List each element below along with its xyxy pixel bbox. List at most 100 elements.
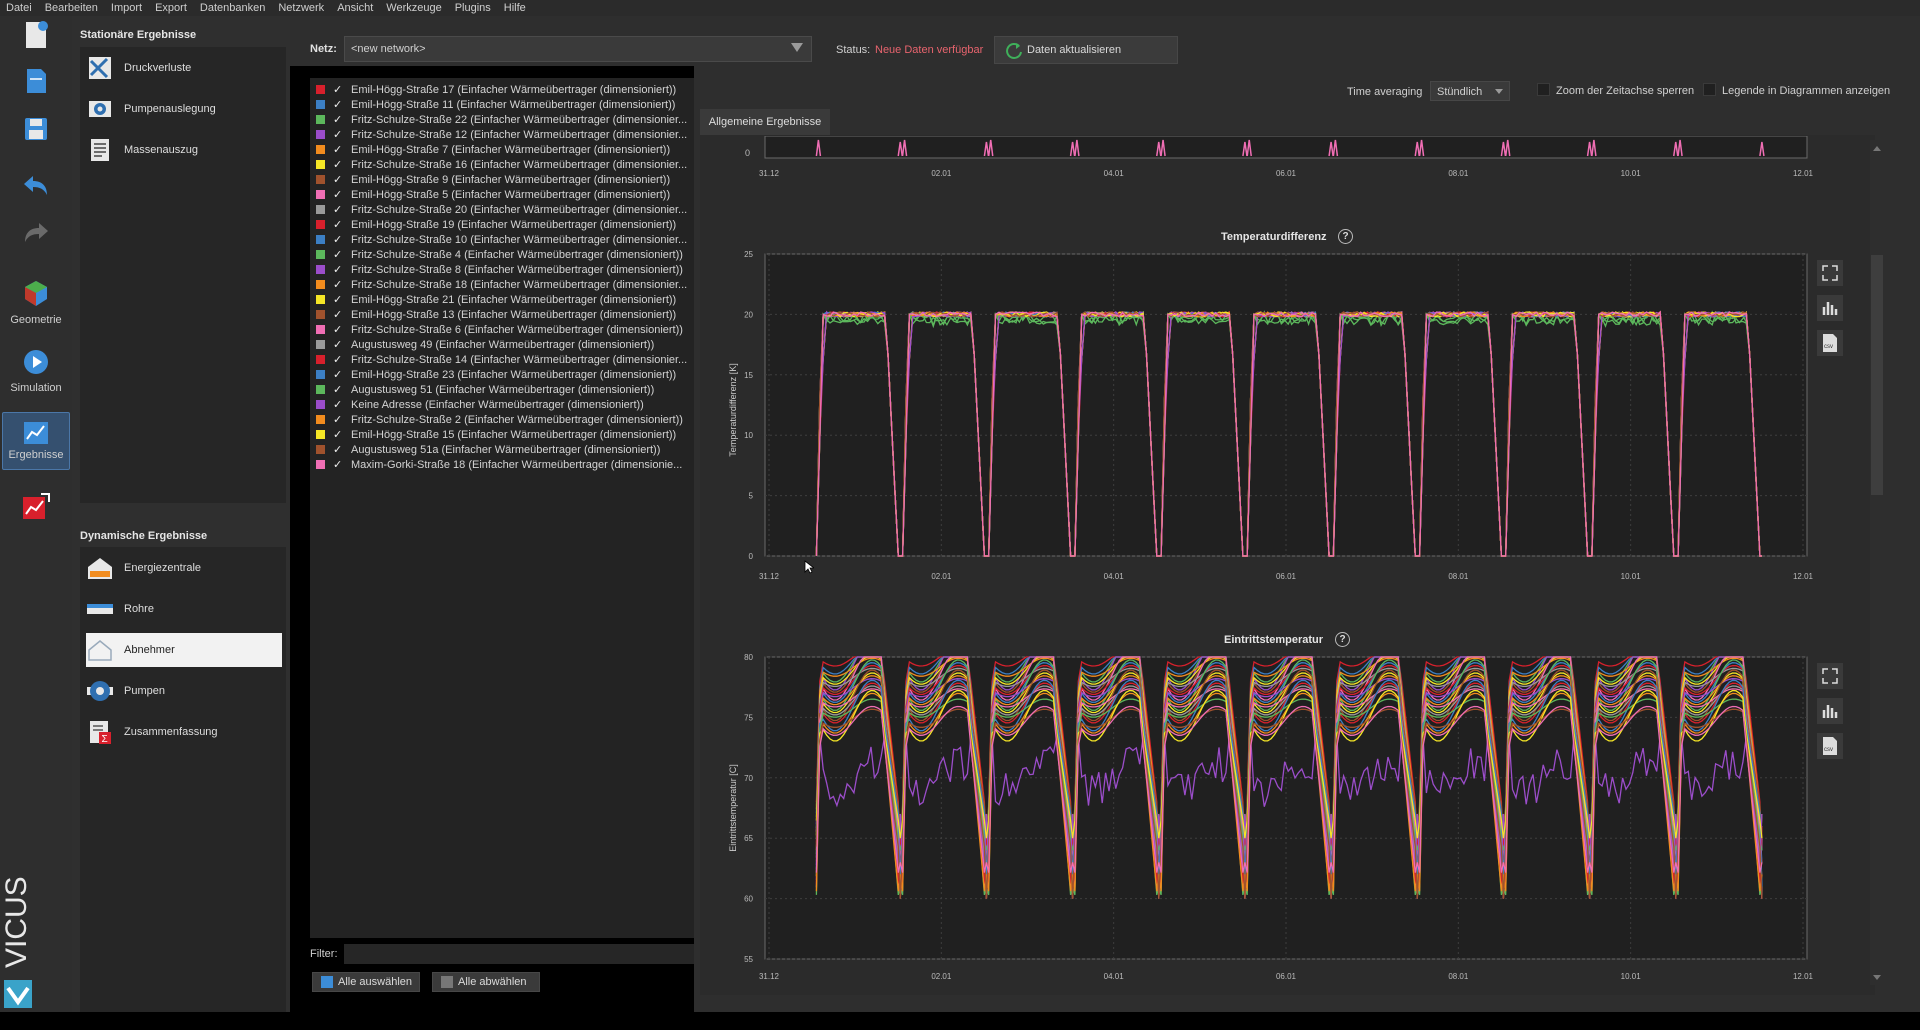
- fullscreen-button[interactable]: [1817, 260, 1843, 286]
- scroll-down-icon[interactable]: [1873, 975, 1881, 980]
- consumer-row[interactable]: ✓ Keine Adresse (Einfacher Wärmeübertrage…: [316, 397, 692, 412]
- nav-item-summary[interactable]: Σ Zusammenfassung: [86, 715, 282, 749]
- check-icon[interactable]: ✓: [333, 188, 345, 201]
- open-file-button[interactable]: [0, 66, 72, 100]
- nav-item-mass-takeoff[interactable]: Massenauszug: [86, 133, 282, 167]
- nav-item-pipes[interactable]: Rohre: [86, 592, 282, 626]
- consumer-row[interactable]: ✓ Emil-Högg-Straße 17 (Einfacher Wärmeübe…: [316, 82, 692, 97]
- check-icon[interactable]: ✓: [333, 323, 345, 336]
- menu-item[interactable]: Bearbeiten: [45, 0, 98, 16]
- check-icon[interactable]: ✓: [333, 443, 345, 456]
- check-icon[interactable]: ✓: [333, 308, 345, 321]
- results-tool[interactable]: Ergebnisse: [2, 412, 70, 470]
- nav-item-energy-center[interactable]: Energiezentrale: [86, 551, 282, 585]
- check-icon[interactable]: ✓: [333, 368, 345, 381]
- menu-item[interactable]: Plugins: [455, 0, 491, 16]
- check-icon[interactable]: ✓: [333, 248, 345, 261]
- check-icon[interactable]: ✓: [333, 383, 345, 396]
- check-icon[interactable]: ✓: [333, 143, 345, 156]
- consumer-row[interactable]: ✓ Emil-Högg-Straße 19 (Einfacher Wärmeübe…: [316, 217, 692, 232]
- help-icon[interactable]: ?: [1335, 632, 1350, 647]
- select-all-button[interactable]: Alle auswählen: [312, 972, 420, 992]
- check-icon[interactable]: ✓: [333, 98, 345, 111]
- check-icon[interactable]: ✓: [333, 293, 345, 306]
- consumer-row[interactable]: ✓ Emil-Högg-Straße 5 (Einfacher Wärmeüber…: [316, 187, 692, 202]
- export-csv-button[interactable]: csv: [1817, 733, 1843, 759]
- consumer-row[interactable]: ✓ Fritz-Schulze-Straße 22 (Einfacher Wärm…: [316, 112, 692, 127]
- check-icon[interactable]: ✓: [333, 338, 345, 351]
- check-icon[interactable]: ✓: [333, 83, 345, 96]
- undo-button[interactable]: [0, 173, 72, 203]
- check-icon[interactable]: ✓: [333, 113, 345, 126]
- check-icon[interactable]: ✓: [333, 413, 345, 426]
- consumer-row[interactable]: ✓ Fritz-Schulze-Straße 18 (Einfacher Wärm…: [316, 277, 692, 292]
- consumer-row[interactable]: ✓ Augustusweg 51 (Einfacher Wärmeübertrag…: [316, 382, 692, 397]
- check-icon[interactable]: ✓: [333, 173, 345, 186]
- consumer-row[interactable]: ✓ Fritz-Schulze-Straße 20 (Einfacher Wärm…: [316, 202, 692, 217]
- check-icon[interactable]: ✓: [333, 458, 345, 471]
- refresh-data-button[interactable]: Daten aktualisieren: [994, 36, 1178, 64]
- help-icon[interactable]: ?: [1338, 229, 1353, 244]
- check-icon[interactable]: ✓: [333, 128, 345, 141]
- deselect-all-button[interactable]: Alle abwählen: [432, 972, 540, 992]
- nav-item-pump-design[interactable]: Pumpenauslegung: [86, 92, 282, 126]
- consumer-row[interactable]: ✓ Fritz-Schulze-Straße 14 (Einfacher Wärm…: [316, 352, 692, 367]
- check-icon[interactable]: ✓: [333, 218, 345, 231]
- consumer-row[interactable]: ✓ Fritz-Schulze-Straße 6 (Einfacher Wärme…: [316, 322, 692, 337]
- time-averaging-select[interactable]: Stündlich: [1430, 81, 1510, 101]
- tab-general-results[interactable]: Allgemeine Ergebnisse: [700, 109, 830, 135]
- check-icon[interactable]: ✓: [333, 353, 345, 366]
- consumer-row[interactable]: ✓ Fritz-Schulze-Straße 10 (Einfacher Wärm…: [316, 232, 692, 247]
- menu-item[interactable]: Netzwerk: [278, 0, 324, 16]
- save-button[interactable]: [0, 116, 72, 150]
- chart-type-button[interactable]: [1817, 698, 1843, 724]
- scroll-up-icon[interactable]: [1873, 146, 1881, 151]
- menu-item[interactable]: Export: [155, 0, 187, 16]
- consumer-row[interactable]: ✓ Emil-Högg-Straße 23 (Einfacher Wärmeübe…: [316, 367, 692, 382]
- menu-item[interactable]: Hilfe: [504, 0, 526, 16]
- consumer-row[interactable]: ✓ Fritz-Schulze-Straße 16 (Einfacher Wärm…: [316, 157, 692, 172]
- menu-item[interactable]: Datenbanken: [200, 0, 265, 16]
- consumer-row[interactable]: ✓ Emil-Högg-Straße 11 (Einfacher Wärmeübe…: [316, 97, 692, 112]
- consumer-row[interactable]: ✓ Emil-Högg-Straße 9 (Einfacher Wärmeüber…: [316, 172, 692, 187]
- consumer-row[interactable]: ✓ Emil-Högg-Straße 15 (Einfacher Wärmeübe…: [316, 427, 692, 442]
- export-results-button[interactable]: [0, 492, 72, 526]
- check-icon[interactable]: ✓: [333, 428, 345, 441]
- check-icon[interactable]: ✓: [333, 158, 345, 171]
- consumer-row[interactable]: ✓ Emil-Högg-Straße 7 (Einfacher Wärmeüber…: [316, 142, 692, 157]
- check-icon[interactable]: ✓: [333, 233, 345, 246]
- menu-item[interactable]: Datei: [6, 0, 32, 16]
- consumer-row[interactable]: ✓ Emil-Högg-Straße 13 (Einfacher Wärmeübe…: [316, 307, 692, 322]
- consumer-row[interactable]: ✓ Fritz-Schulze-Straße 2 (Einfacher Wärme…: [316, 412, 692, 427]
- check-icon[interactable]: ✓: [333, 263, 345, 276]
- consumer-row[interactable]: ✓ Fritz-Schulze-Straße 12 (Einfacher Wärm…: [316, 127, 692, 142]
- consumer-row[interactable]: ✓ Augustusweg 49 (Einfacher Wärmeübertrag…: [316, 337, 692, 352]
- network-select[interactable]: <new network>: [344, 36, 812, 62]
- consumer-row[interactable]: ✓ Fritz-Schulze-Straße 8 (Einfacher Wärme…: [316, 262, 692, 277]
- zoom-lock-checkbox[interactable]: [1537, 83, 1550, 96]
- menu-item[interactable]: Import: [111, 0, 142, 16]
- consumer-row[interactable]: ✓ Fritz-Schulze-Straße 4 (Einfacher Wärme…: [316, 247, 692, 262]
- nav-item-pressure-loss[interactable]: Druckverluste: [86, 51, 282, 85]
- chart-type-button[interactable]: [1817, 295, 1843, 321]
- nav-item-consumers[interactable]: Abnehmer: [86, 633, 282, 667]
- fullscreen-button[interactable]: [1817, 663, 1843, 689]
- redo-button[interactable]: [0, 220, 72, 250]
- filter-input[interactable]: [344, 944, 694, 964]
- nav-item-label: Pumpen: [124, 685, 165, 697]
- check-icon[interactable]: ✓: [333, 398, 345, 411]
- export-csv-button[interactable]: csv: [1817, 330, 1843, 356]
- consumer-row[interactable]: ✓ Augustusweg 51a (Einfacher Wärmeübertra…: [316, 442, 692, 457]
- consumer-row[interactable]: ✓ Maxim-Gorki-Straße 18 (Einfacher Wärmeü…: [316, 457, 692, 472]
- new-file-button[interactable]: [0, 20, 72, 54]
- simulation-tool[interactable]: Simulation: [0, 346, 72, 416]
- menu-item[interactable]: Werkzeuge: [386, 0, 441, 16]
- scrollbar-thumb[interactable]: [1871, 255, 1883, 495]
- legend-checkbox[interactable]: [1703, 83, 1716, 96]
- consumer-row[interactable]: ✓ Emil-Högg-Straße 21 (Einfacher Wärmeübe…: [316, 292, 692, 307]
- nav-item-pumps[interactable]: Pumpen: [86, 674, 282, 708]
- check-icon[interactable]: ✓: [333, 203, 345, 216]
- menu-item[interactable]: Ansicht: [337, 0, 373, 16]
- geometry-tool[interactable]: Geometrie: [0, 278, 72, 348]
- check-icon[interactable]: ✓: [333, 278, 345, 291]
